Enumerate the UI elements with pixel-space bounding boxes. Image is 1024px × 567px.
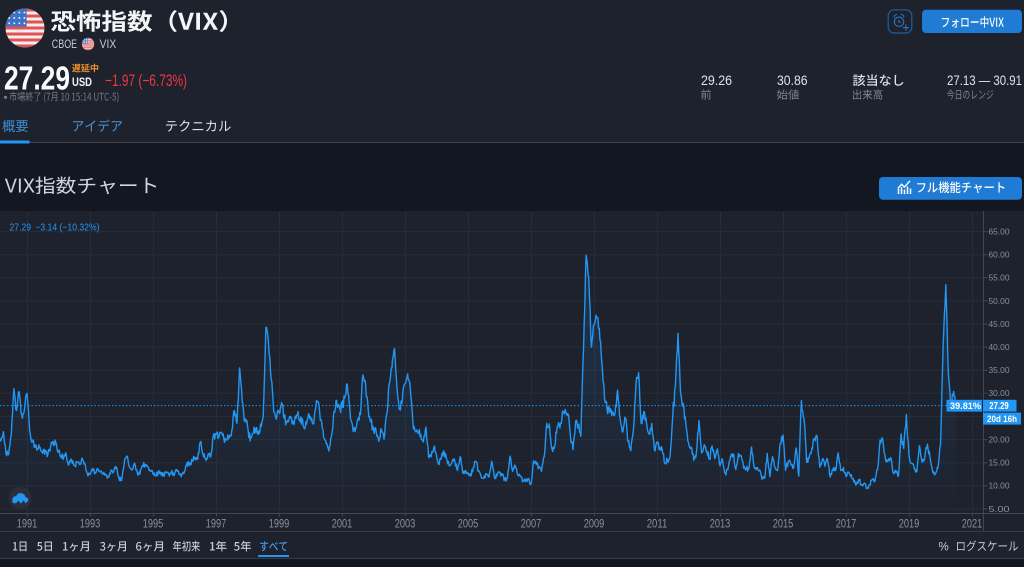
svg-text:%: % bbox=[939, 542, 949, 554]
svg-text:2001: 2001 bbox=[332, 517, 353, 531]
svg-text:40.00: 40.00 bbox=[989, 342, 1010, 352]
svg-text:1997: 1997 bbox=[206, 517, 227, 531]
svg-text:2003: 2003 bbox=[395, 517, 416, 531]
svg-text:2011: 2011 bbox=[647, 517, 668, 531]
svg-text:2017: 2017 bbox=[836, 517, 857, 531]
svg-text:27.13 — 30.91: 27.13 — 30.91 bbox=[947, 73, 1022, 88]
svg-text:CBOE: CBOE bbox=[52, 39, 78, 51]
svg-text:27.29 −3.14 (−10.32%): 27.29 −3.14 (−10.32%) bbox=[10, 222, 100, 233]
svg-text:50.00: 50.00 bbox=[989, 296, 1010, 306]
svg-text:1993: 1993 bbox=[80, 517, 101, 531]
svg-text:20.00: 20.00 bbox=[989, 435, 1010, 445]
svg-text:27.29: 27.29 bbox=[4, 61, 70, 98]
svg-text:1991: 1991 bbox=[17, 517, 38, 531]
svg-text:65.00: 65.00 bbox=[989, 227, 1010, 237]
svg-text:1999: 1999 bbox=[269, 517, 290, 531]
svg-text:2019: 2019 bbox=[899, 517, 920, 531]
svg-text:27.29: 27.29 bbox=[989, 401, 1009, 412]
svg-text:5.00: 5.00 bbox=[989, 504, 1010, 514]
svg-text:1995: 1995 bbox=[143, 517, 164, 531]
svg-text:35.00: 35.00 bbox=[989, 365, 1010, 375]
svg-text:15.00: 15.00 bbox=[989, 458, 1010, 468]
svg-text:2015: 2015 bbox=[773, 517, 794, 531]
svg-text:2009: 2009 bbox=[584, 517, 605, 531]
svg-text:USD: USD bbox=[72, 77, 92, 89]
svg-text:45.00: 45.00 bbox=[989, 319, 1010, 329]
svg-text:55.00: 55.00 bbox=[989, 273, 1010, 283]
svg-text:29.26: 29.26 bbox=[701, 73, 732, 88]
svg-text:30.86: 30.86 bbox=[777, 73, 808, 88]
svg-text:10.00: 10.00 bbox=[989, 481, 1010, 491]
svg-text:60.00: 60.00 bbox=[989, 250, 1010, 260]
svg-text:2005: 2005 bbox=[458, 517, 479, 531]
svg-text:−1.97 (−6.73%): −1.97 (−6.73%) bbox=[105, 72, 187, 90]
svg-text:2013: 2013 bbox=[710, 517, 731, 531]
svg-text:20d 16h: 20d 16h bbox=[987, 414, 1017, 425]
svg-text:2021: 2021 bbox=[962, 517, 983, 531]
svg-text:39.81%: 39.81% bbox=[950, 401, 982, 412]
svg-text:2007: 2007 bbox=[521, 517, 542, 531]
svg-text:VIX: VIX bbox=[100, 39, 117, 51]
svg-text:30.00: 30.00 bbox=[989, 388, 1010, 398]
